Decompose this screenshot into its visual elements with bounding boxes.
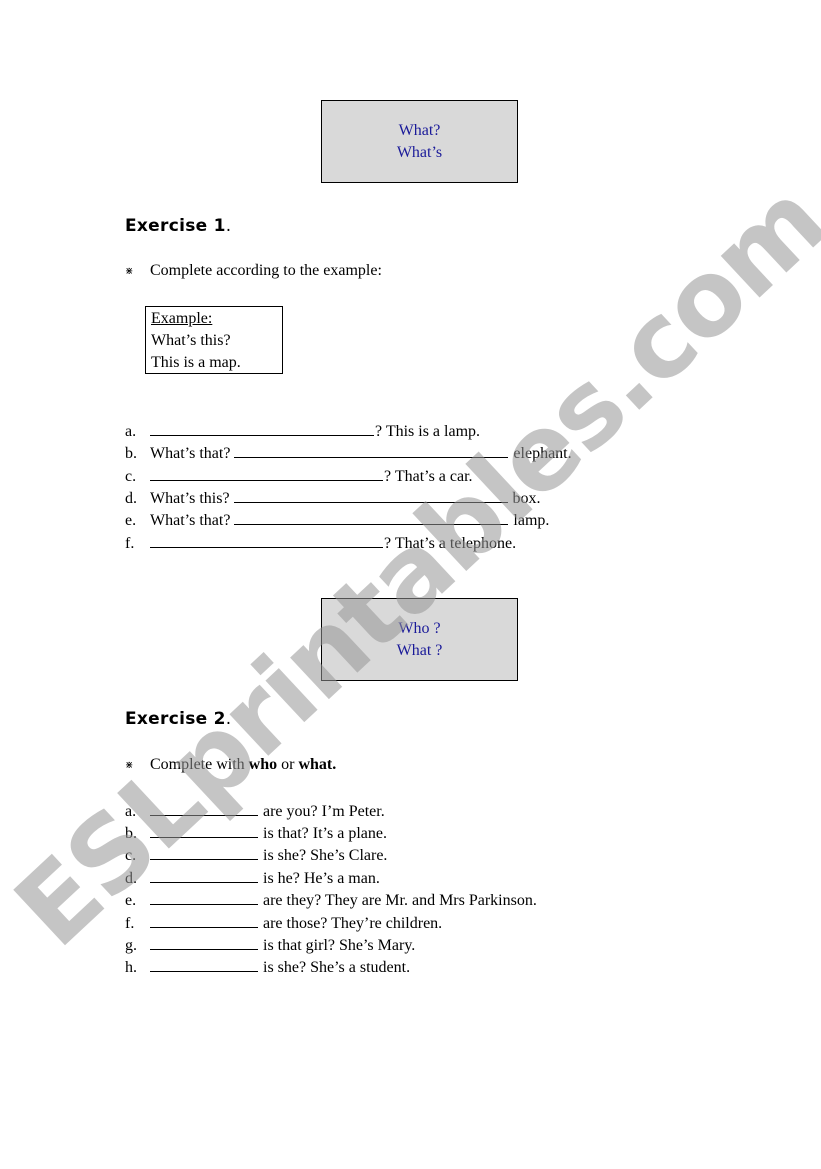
exercise-2-item: c. is she? She’s Clare.	[125, 844, 387, 866]
title-line-2: What ?	[396, 641, 443, 659]
item-suffix: ? That’s a telephone.	[384, 535, 517, 552]
item-prefix: What’s this?	[150, 490, 234, 507]
item-suffix: elephant.	[509, 445, 572, 462]
item-suffix: lamp.	[509, 512, 550, 529]
item-letter: d.	[125, 490, 137, 507]
exercise-2-heading: Exercise 2.	[125, 709, 232, 729]
exercise-1-item: d. What’s this? box.	[125, 487, 541, 509]
item-letter: e.	[125, 512, 137, 529]
keyword-who: who	[248, 756, 278, 773]
exercise-1-item: e. What’s that? lamp.	[125, 509, 549, 531]
exercise-1-item: f. ? That’s a telephone.	[125, 532, 516, 554]
exercise-2-item: a. are you? I’m Peter.	[125, 800, 385, 822]
exercise-2-item: b. is that? It’s a plane.	[125, 822, 387, 844]
answer-blank[interactable]	[234, 509, 509, 525]
example-title: Example:	[151, 310, 213, 327]
item-letter: a.	[125, 423, 137, 440]
heading-dot: .	[225, 709, 232, 729]
exercise-1-heading: Exercise 1.	[125, 216, 232, 236]
answer-blank[interactable]	[234, 442, 509, 458]
item-prefix: What’s that?	[150, 512, 235, 529]
instruction-text: Complete according to the example:	[150, 262, 382, 279]
answer-blank[interactable]	[150, 934, 258, 950]
example-answer: This is a map.	[151, 354, 241, 371]
answer-blank[interactable]	[150, 800, 258, 816]
answer-blank[interactable]	[233, 487, 508, 503]
item-suffix: ? This is a lamp.	[375, 423, 481, 440]
answer-blank[interactable]	[150, 889, 258, 905]
item-suffix: is that girl? She’s Mary.	[259, 937, 416, 954]
example-box: Example: What’s this? This is a map.	[145, 306, 283, 374]
item-letter: b.	[125, 445, 137, 462]
keyword-what: what.	[298, 756, 337, 773]
item-suffix: are those? They’re children.	[259, 915, 443, 932]
title-box-who-what: Who ? What ?	[321, 598, 518, 681]
answer-blank[interactable]	[150, 867, 258, 883]
exercise-1-heading-text: Exercise 1	[125, 216, 226, 236]
exercise-2-item: e. are they? They are Mr. and Mrs Parkin…	[125, 889, 537, 911]
exercise-2-item: f. are those? They’re children.	[125, 912, 442, 934]
heading-dot: .	[225, 216, 232, 236]
exercise-2-item: g. is that girl? She’s Mary.	[125, 934, 415, 956]
bullet-icon: ⋇	[125, 265, 134, 277]
item-letter: e.	[125, 892, 137, 909]
item-letter: h.	[125, 959, 137, 976]
item-letter: c.	[125, 468, 137, 485]
exercise-1-item: b. What’s that? elephant.	[125, 442, 572, 464]
worksheet-page: What? What’s Exercise 1. ⋇ Complete accor…	[0, 0, 821, 1169]
exercise-2-item: h. is she? She’s a student.	[125, 956, 410, 978]
answer-blank[interactable]	[150, 956, 258, 972]
item-suffix: is that? It’s a plane.	[259, 825, 387, 842]
exercise-2-instruction: ⋇ Complete with who or what.	[125, 756, 336, 774]
instruction-text: Complete with	[150, 756, 249, 773]
exercise-1-instruction: ⋇ Complete according to the example:	[125, 262, 382, 280]
item-letter: f.	[125, 915, 135, 932]
answer-blank[interactable]	[150, 822, 258, 838]
item-letter: a.	[125, 803, 137, 820]
exercise-1-item: c. ? That’s a car.	[125, 465, 473, 487]
bullet-icon: ⋇	[125, 759, 134, 771]
title-line-1: What?	[398, 121, 441, 139]
item-letter: g.	[125, 937, 137, 954]
item-letter: b.	[125, 825, 137, 842]
answer-blank[interactable]	[150, 844, 258, 860]
item-suffix: is she? She’s Clare.	[259, 847, 388, 864]
exercise-1-item: a. ? This is a lamp.	[125, 420, 480, 442]
item-suffix: are you? I’m Peter.	[259, 803, 385, 820]
item-suffix: ? That’s a car.	[384, 468, 473, 485]
exercise-2-item: d. is he? He’s a man.	[125, 867, 380, 889]
title-line-1: Who ?	[398, 619, 441, 637]
title-box-what: What? What’s	[321, 100, 518, 183]
item-suffix: are they? They are Mr. and Mrs Parkinson…	[259, 892, 537, 909]
watermark-text: ESLprintables.com	[0, 159, 821, 971]
instruction-or: or	[277, 756, 299, 773]
item-suffix: is she? She’s a student.	[259, 959, 411, 976]
answer-blank[interactable]	[150, 532, 383, 548]
item-letter: c.	[125, 847, 137, 864]
item-letter: f.	[125, 535, 135, 552]
item-prefix: What’s that?	[150, 445, 235, 462]
answer-blank[interactable]	[150, 465, 383, 481]
item-letter: d.	[125, 870, 137, 887]
item-suffix: is he? He’s a man.	[259, 870, 380, 887]
title-line-2: What’s	[396, 143, 443, 161]
example-question: What’s this?	[151, 332, 231, 349]
item-suffix: box.	[508, 490, 541, 507]
exercise-2-heading-text: Exercise 2	[125, 709, 226, 729]
answer-blank[interactable]	[150, 420, 374, 436]
answer-blank[interactable]	[150, 912, 258, 928]
